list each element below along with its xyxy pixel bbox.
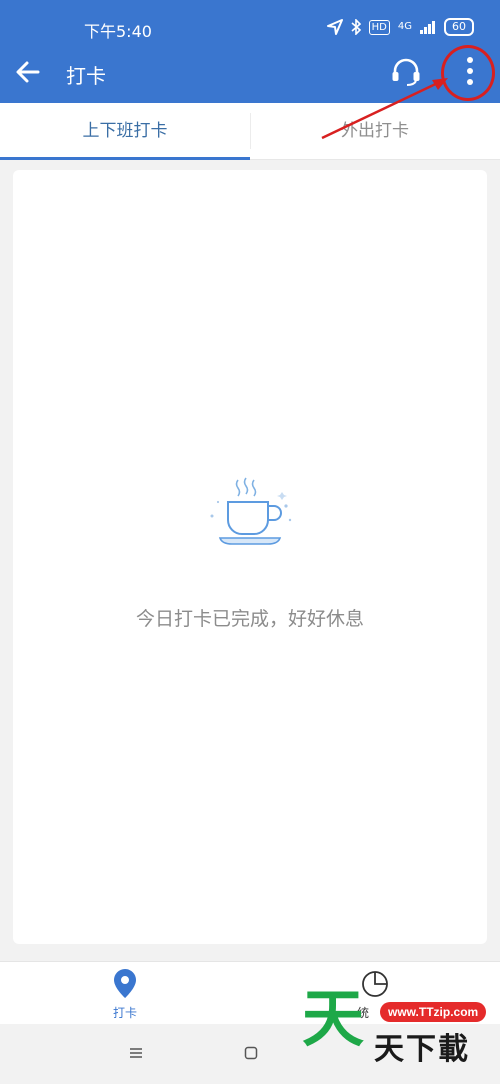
app-header: 下午5:40 HD 4G 60 打卡 bbox=[0, 0, 500, 103]
content-card bbox=[13, 170, 487, 944]
watermark-logo: 天 www.TTzip.com 天下載 bbox=[300, 984, 500, 1067]
back-arrow-icon[interactable] bbox=[14, 58, 42, 86]
headset-icon[interactable] bbox=[390, 56, 422, 88]
tab-bar: 上下班打卡 外出打卡 bbox=[0, 103, 500, 160]
empty-state-message: 今日打卡已完成，好好休息 bbox=[135, 608, 364, 630]
tab-commute-checkin[interactable]: 上下班打卡 bbox=[0, 103, 250, 159]
coffee-cup-icon bbox=[210, 477, 292, 545]
watermark-url: www.TTzip.com bbox=[380, 1002, 487, 1022]
network-label: 4G bbox=[397, 21, 412, 32]
hd-badge: HD bbox=[368, 19, 390, 35]
annotation-circle bbox=[441, 45, 495, 101]
watermark-logo-char: 天 bbox=[302, 982, 365, 1055]
recent-apps-icon[interactable] bbox=[128, 1046, 144, 1060]
app-bar: 打卡 bbox=[0, 56, 500, 103]
status-bar: 下午5:40 HD 4G 60 bbox=[0, 0, 500, 58]
watermark-text: 天下載 bbox=[374, 1032, 470, 1067]
active-tab-indicator bbox=[0, 157, 250, 160]
location-pin-icon bbox=[114, 969, 136, 998]
status-time: 下午5:40 bbox=[84, 22, 152, 41]
bluetooth-icon bbox=[351, 19, 361, 35]
home-button-icon[interactable] bbox=[244, 1046, 258, 1060]
status-icons: HD 4G 60 bbox=[326, 18, 474, 36]
location-arrow-icon bbox=[326, 19, 343, 35]
nav-label-checkin: 打卡 bbox=[112, 1006, 137, 1020]
page-title: 打卡 bbox=[66, 64, 106, 88]
signal-icon bbox=[420, 21, 435, 34]
nav-item-checkin[interactable]: 打卡 bbox=[0, 962, 250, 1024]
battery-indicator: 60 bbox=[444, 18, 474, 36]
tab-outing-checkin[interactable]: 外出打卡 bbox=[250, 103, 500, 159]
